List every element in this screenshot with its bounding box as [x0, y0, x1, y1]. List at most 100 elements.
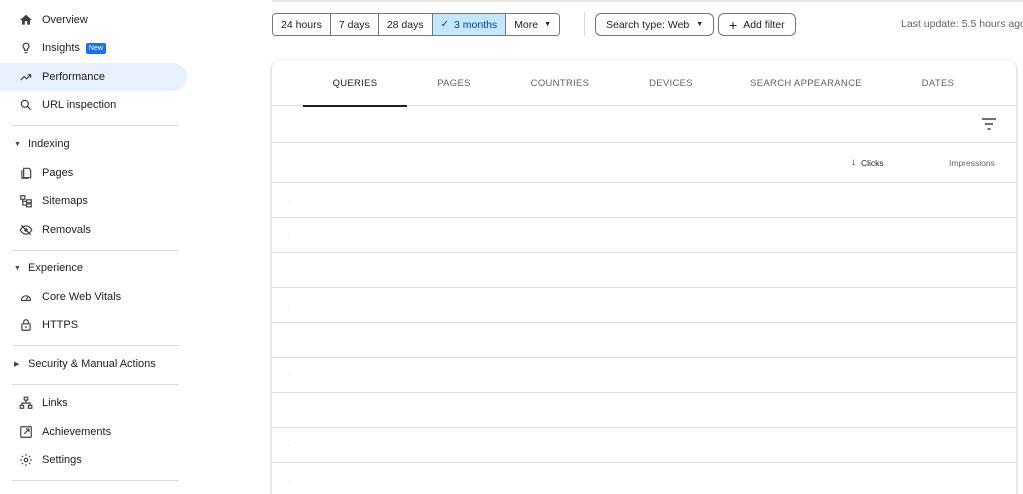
nav-settings[interactable]: Settings — [0, 446, 187, 474]
nav-url-inspection[interactable]: URL inspection — [0, 91, 187, 119]
nav-overview[interactable]: Overview — [0, 6, 187, 34]
lock-icon — [18, 317, 34, 333]
nav-sitemaps-label: Sitemaps — [42, 195, 88, 207]
home-icon — [18, 12, 34, 28]
range-7-days[interactable]: 7 days — [330, 14, 379, 35]
section-experience-title: Experience — [28, 262, 84, 274]
nav-https[interactable]: HTTPS — [0, 311, 187, 339]
lightbulb-icon — [18, 40, 34, 56]
column-clicks-header[interactable]: ↓ Clicks — [851, 157, 884, 168]
nav-core-web-vitals-label: Core Web Vitals — [42, 291, 122, 303]
table-row[interactable] — [272, 393, 1016, 428]
section-security-title: Security & Manual Actions — [28, 358, 156, 370]
tab-label: DATES — [921, 77, 955, 89]
nav-achievements[interactable]: Achievements — [0, 418, 187, 446]
nav-pages-label: Pages — [42, 167, 74, 179]
tab-label: DEVICES — [649, 77, 693, 89]
eye-off-icon — [18, 222, 34, 238]
caret-down-icon: ▼ — [14, 140, 21, 148]
nav-removals-label: Removals — [42, 224, 91, 236]
nav-pages[interactable]: Pages — [0, 159, 187, 187]
nav-https-label: HTTPS — [42, 319, 79, 331]
plus-icon: + — [729, 16, 738, 33]
table-row[interactable]: . — [272, 428, 1016, 463]
check-icon: ✓ — [440, 19, 449, 30]
search-icon — [18, 97, 34, 113]
tab-label: PAGES — [437, 77, 471, 89]
tab-label: SEARCH APPEARANCE — [750, 77, 862, 89]
add-filter-label: Add filter — [743, 18, 785, 31]
nav-achievements-label: Achievements — [42, 426, 112, 438]
nav-removals[interactable]: Removals — [0, 216, 187, 244]
new-badge: New — [85, 42, 106, 54]
range-label: 24 hours — [281, 18, 322, 31]
trending-up-icon — [18, 69, 34, 85]
tab-label: QUERIES — [332, 77, 378, 89]
nav-insights[interactable]: Insights New — [0, 34, 187, 62]
row-cell: . — [288, 477, 290, 483]
search-type-label: Search type: Web — [606, 18, 690, 31]
dropdown-arrow-icon: ▼ — [544, 21, 552, 28]
nav-sitemaps[interactable]: Sitemaps — [0, 187, 187, 215]
range-more[interactable]: More ▼ — [506, 14, 560, 35]
row-cell: . — [288, 442, 290, 448]
tab-pages[interactable]: PAGES — [424, 60, 484, 106]
table-filter-row — [272, 106, 1016, 143]
row-cell: . — [288, 302, 290, 308]
pages-icon — [18, 165, 34, 181]
toolbar-separator — [584, 12, 585, 36]
row-cell: . — [288, 197, 290, 203]
tab-label: COUNTRIES — [530, 77, 590, 89]
tab-countries[interactable]: COUNTRIES — [520, 60, 600, 106]
nav-core-web-vitals[interactable]: Core Web Vitals — [0, 283, 187, 311]
report-card: QUERIES PAGES COUNTRIES DEVICES SEARCH A… — [272, 60, 1016, 494]
tab-dates[interactable]: DATES — [910, 60, 966, 106]
column-impressions-header[interactable]: Impressions — [949, 158, 995, 168]
table-row[interactable] — [272, 253, 1016, 288]
nav-links[interactable]: Links — [0, 389, 187, 417]
range-label: 7 days — [338, 18, 370, 31]
tab-queries[interactable]: QUERIES — [303, 60, 407, 107]
section-indexing[interactable]: ▼ Indexing — [0, 132, 187, 156]
sort-down-icon: ↓ — [851, 157, 856, 168]
table-row[interactable]: . — [272, 288, 1016, 323]
caret-down-icon: ▼ — [14, 264, 21, 272]
nav-overview-label: Overview — [42, 14, 88, 26]
section-experience[interactable]: ▼ Experience — [0, 256, 187, 280]
last-update-text: Last update: 5.5 hours ago — [901, 18, 1023, 30]
range-28-days[interactable]: 28 days — [378, 14, 433, 35]
sitemap-icon — [18, 193, 34, 209]
nav-settings-label: Settings — [42, 454, 82, 466]
section-security[interactable]: ▶ Security & Manual Actions — [0, 352, 187, 376]
table-row[interactable]: . — [272, 218, 1016, 253]
range-24-hours[interactable]: 24 hours — [273, 14, 331, 35]
add-filter-button[interactable]: + Add filter — [718, 13, 796, 36]
filter-icon[interactable] — [982, 118, 996, 130]
gear-icon — [18, 452, 34, 468]
clicks-label: Clicks — [861, 157, 884, 168]
report-tabs: QUERIES PAGES COUNTRIES DEVICES SEARCH A… — [272, 60, 1016, 107]
nav-url-inspection-label: URL inspection — [42, 99, 117, 111]
table-row[interactable] — [272, 323, 1016, 358]
range-label: 28 days — [386, 18, 424, 31]
gauge-icon — [18, 289, 34, 305]
nav-performance[interactable]: Performance — [0, 63, 187, 91]
tab-devices[interactable]: DEVICES — [638, 60, 704, 106]
row-cell: . — [288, 372, 290, 378]
table-row[interactable]: . — [272, 183, 1016, 218]
range-3-months[interactable]: ✓ 3 months — [432, 14, 507, 35]
nav-links-label: Links — [42, 397, 68, 409]
nav-insights-label: Insights — [42, 42, 80, 54]
search-type-button[interactable]: Search type: Web ▼ — [595, 13, 715, 36]
achievements-icon — [18, 424, 34, 440]
sidebar-divider — [12, 480, 179, 481]
sidebar-divider — [12, 345, 179, 346]
dropdown-arrow-icon: ▼ — [696, 21, 704, 28]
links-icon — [18, 395, 34, 411]
tab-search-appearance[interactable]: SEARCH APPEARANCE — [740, 60, 872, 106]
table-row[interactable]: . — [272, 358, 1016, 393]
row-cell: . — [288, 232, 290, 238]
caret-right-icon: ▶ — [14, 361, 20, 368]
table-row[interactable]: . — [272, 463, 1016, 494]
range-label: 3 months — [453, 18, 498, 31]
